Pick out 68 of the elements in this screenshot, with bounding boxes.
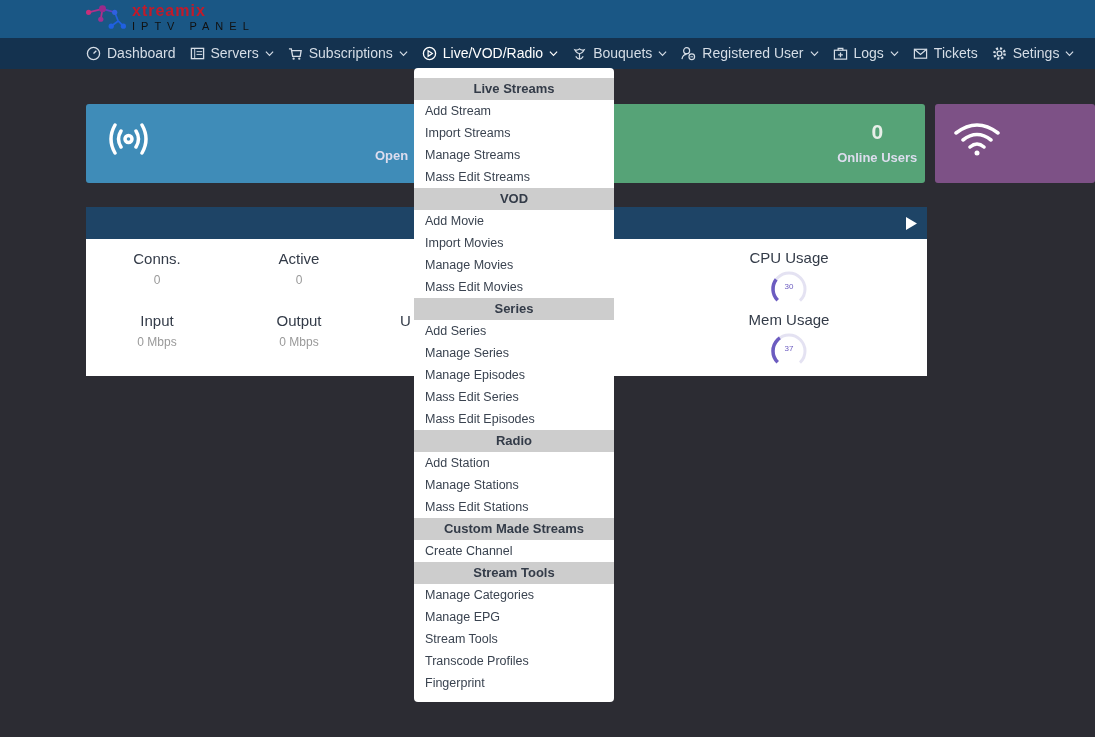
mail-icon (912, 46, 928, 61)
menu-section-header: Radio (414, 430, 614, 452)
menu-item[interactable]: Add Series (414, 320, 614, 342)
cart-icon (287, 46, 303, 61)
menu-item[interactable]: Mass Edit Episodes (414, 408, 614, 430)
nav-item[interactable]: Dashboard (86, 43, 176, 64)
menu-item[interactable]: Manage Stations (414, 474, 614, 496)
stat-label: Online Users (837, 148, 918, 167)
gauge-reading: 30 (783, 280, 795, 293)
menu-section-header: Series (414, 298, 614, 320)
menu-item[interactable]: Manage Categories (414, 584, 614, 606)
menu-item[interactable]: Transcode Profiles (414, 650, 614, 672)
stat-label: Conns. (133, 249, 181, 269)
menu-item[interactable]: Create Channel (414, 540, 614, 562)
logo-tagline: IPTV PANEL (132, 20, 255, 33)
nav-item[interactable]: Registered User (681, 43, 819, 64)
menu-item[interactable]: Manage Streams (414, 144, 614, 166)
menu-section-header: Custom Made Streams (414, 518, 614, 540)
stat-value: 0 Mbps (278, 334, 320, 351)
stat-value: 0 Mbps (136, 334, 178, 351)
menu-section-header: Live Streams (414, 78, 614, 100)
play-icon[interactable] (906, 216, 917, 230)
briefcase-icon (832, 46, 848, 61)
menu-item[interactable]: Add Station (414, 452, 614, 474)
stat-value: 0 (152, 272, 162, 289)
broadcast-icon (106, 122, 151, 156)
menu-item[interactable]: Mass Edit Movies (414, 276, 614, 298)
wifi-icon (953, 122, 1002, 156)
gauge-label: Mem Usage (747, 310, 831, 330)
stat-label: Open (375, 147, 409, 165)
menu-item[interactable]: Add Movie (414, 210, 614, 232)
nav-item[interactable]: Subscriptions (287, 43, 408, 64)
stat-label: Input (140, 311, 174, 331)
stat-label: U (400, 311, 411, 331)
nav-item[interactable]: Servers (189, 43, 274, 64)
logo-icon (86, 4, 126, 31)
gauge-icon (86, 46, 101, 61)
nav-item[interactable]: Setings (991, 43, 1075, 64)
gauge-label: CPU Usage (748, 248, 830, 268)
server-icon (189, 46, 205, 61)
stat-label: Active (278, 249, 320, 269)
stat-label: Output (276, 311, 322, 331)
menu-item[interactable]: Mass Edit Series (414, 386, 614, 408)
flower-icon (572, 46, 588, 61)
nav-item[interactable]: Live/VOD/Radio (421, 43, 559, 64)
menu-item[interactable]: Manage Episodes (414, 364, 614, 386)
play-icon (421, 46, 437, 61)
settings-icon (991, 46, 1007, 61)
menu-item[interactable]: Manage EPG (414, 606, 614, 628)
menu-section-header: Stream Tools (414, 562, 614, 584)
menu-item[interactable]: Mass Edit Stations (414, 496, 614, 518)
logo-text: xtreamix (132, 2, 207, 20)
nav-item[interactable]: Logs (832, 43, 899, 64)
menu-item[interactable]: Stream Tools (414, 628, 614, 650)
nav-item[interactable]: Bouquets (572, 43, 668, 64)
menu-item[interactable]: Import Streams (414, 122, 614, 144)
menu-item[interactable]: Mass Edit Streams (414, 166, 614, 188)
menu-item[interactable]: Import Movies (414, 232, 614, 254)
user-icon (681, 46, 697, 61)
stat-value: 0 (294, 272, 304, 289)
menu-item[interactable]: Manage Series (414, 342, 614, 364)
menu-item[interactable]: Fingerprint (414, 672, 614, 694)
stat-value: 0 (870, 119, 885, 145)
menu-item[interactable]: Manage Movies (414, 254, 614, 276)
menu-section-header: VOD (414, 188, 614, 210)
menu-item[interactable]: Add Stream (414, 100, 614, 122)
nav-item[interactable]: Tickets (912, 43, 978, 64)
gauge-reading: 37 (783, 342, 795, 355)
